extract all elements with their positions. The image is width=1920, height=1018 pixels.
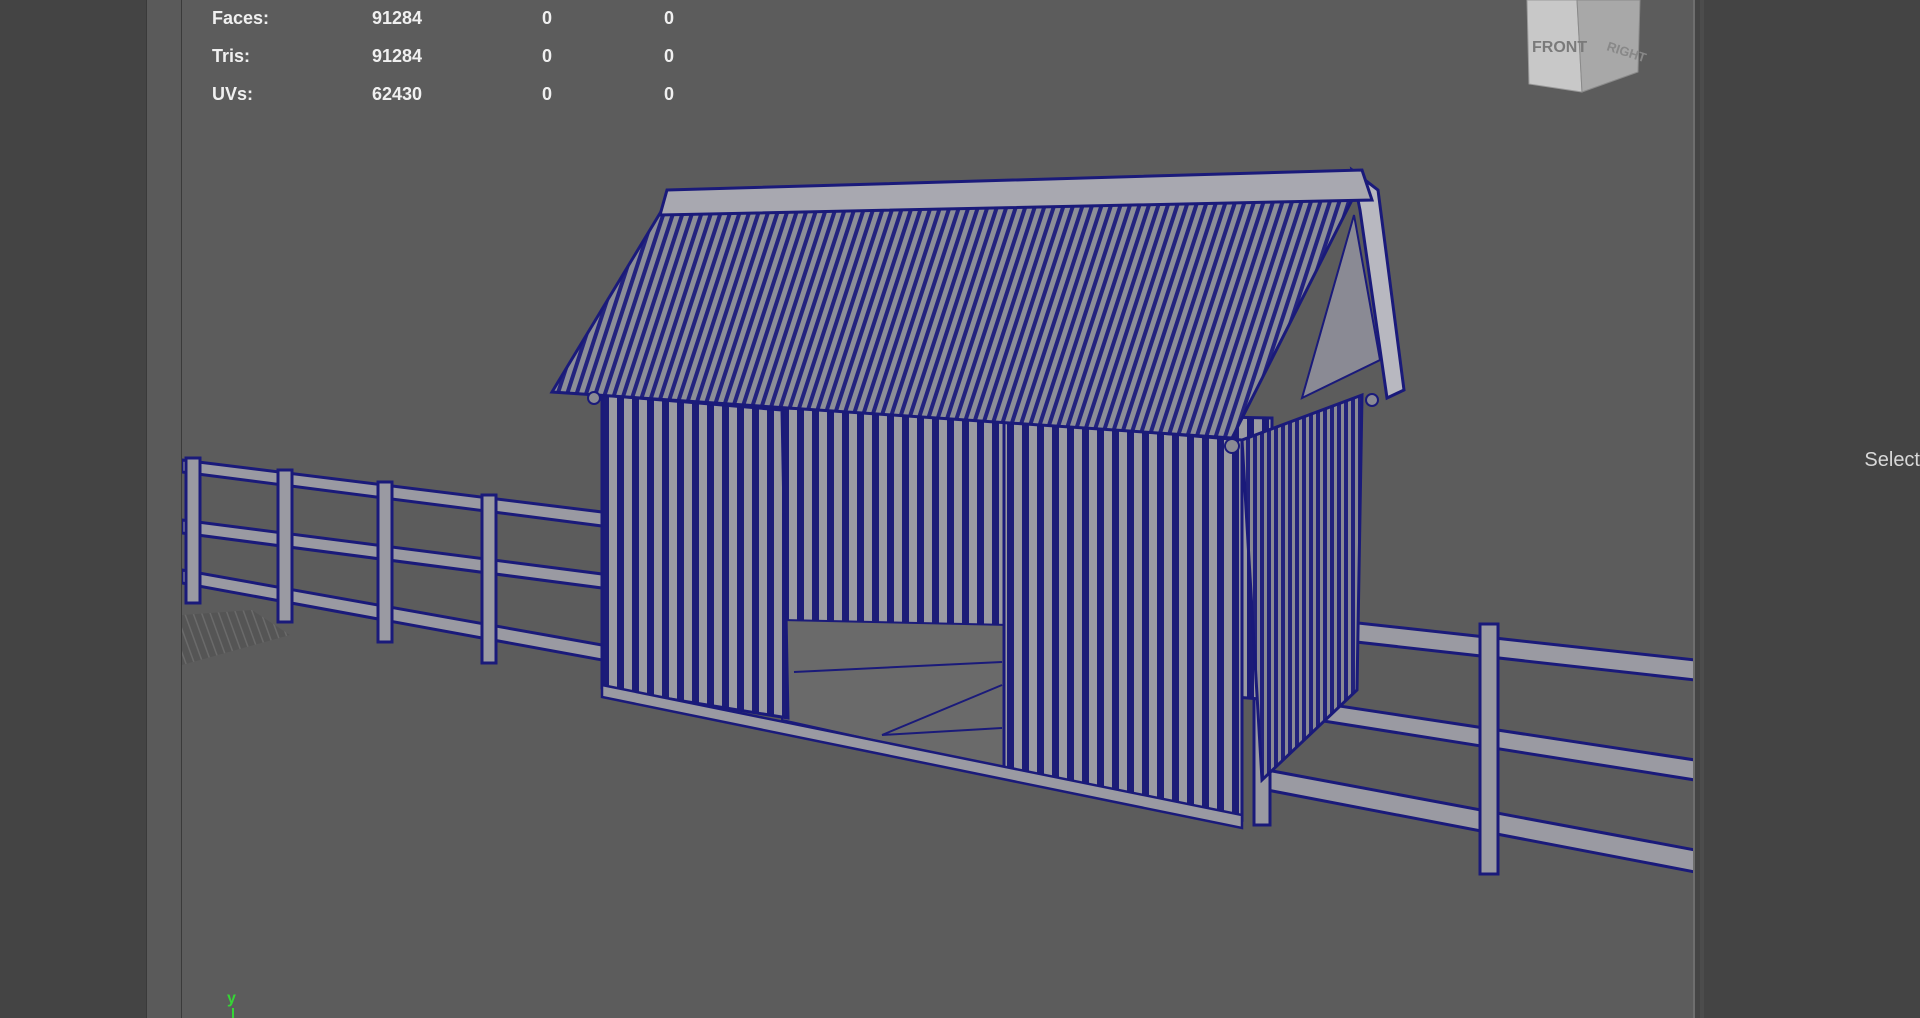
shed-front-wall-left <box>600 393 790 720</box>
axis-y-line <box>232 1008 234 1018</box>
scene-render[interactable]: FRONT RIGHT <box>182 0 1695 1018</box>
hud-value: 0 <box>542 46 553 66</box>
right-side-panel: Select <box>1695 0 1920 1018</box>
viewcube-front-label[interactable]: FRONT <box>1532 39 1587 56</box>
hud-row-faces: Faces: 91284 0 0 <box>212 0 732 38</box>
hud-value: 0 <box>664 46 675 66</box>
select-tool-label[interactable]: Select <box>1864 449 1920 472</box>
hud-value: 91284 <box>372 46 423 66</box>
hud-label: Tris: <box>212 46 251 66</box>
hud-value: 0 <box>542 8 553 28</box>
right-panel-divider[interactable] <box>1700 0 1704 1018</box>
3d-viewport[interactable]: FRONT RIGHT Faces: 91284 0 0 Tris: 91284… <box>182 0 1695 1018</box>
hud-label: Faces: <box>212 8 270 28</box>
hud-value: 0 <box>664 8 675 28</box>
axis-y-label: y <box>227 990 236 1007</box>
heads-up-display: Faces: 91284 0 0 Tris: 91284 0 0 UVs: 62… <box>212 0 732 114</box>
hud-value: 0 <box>542 84 553 104</box>
hud-value: 62430 <box>372 84 423 104</box>
maya-window: FRONT RIGHT Faces: 91284 0 0 Tris: 91284… <box>0 0 1920 1018</box>
shed-front-wall-right <box>1002 418 1244 822</box>
hud-row-uvs: UVs: 62430 0 0 <box>212 76 732 114</box>
hud-value: 91284 <box>372 8 423 28</box>
ground-grate <box>182 610 290 665</box>
hud-row-tris: Tris: 91284 0 0 <box>212 38 732 76</box>
left-side-panel <box>0 0 146 1018</box>
view-cube[interactable]: FRONT RIGHT <box>1526 0 1648 93</box>
left-panel-border[interactable] <box>146 0 182 1018</box>
hud-label: UVs: <box>212 84 254 104</box>
hud-value: 0 <box>664 84 675 104</box>
